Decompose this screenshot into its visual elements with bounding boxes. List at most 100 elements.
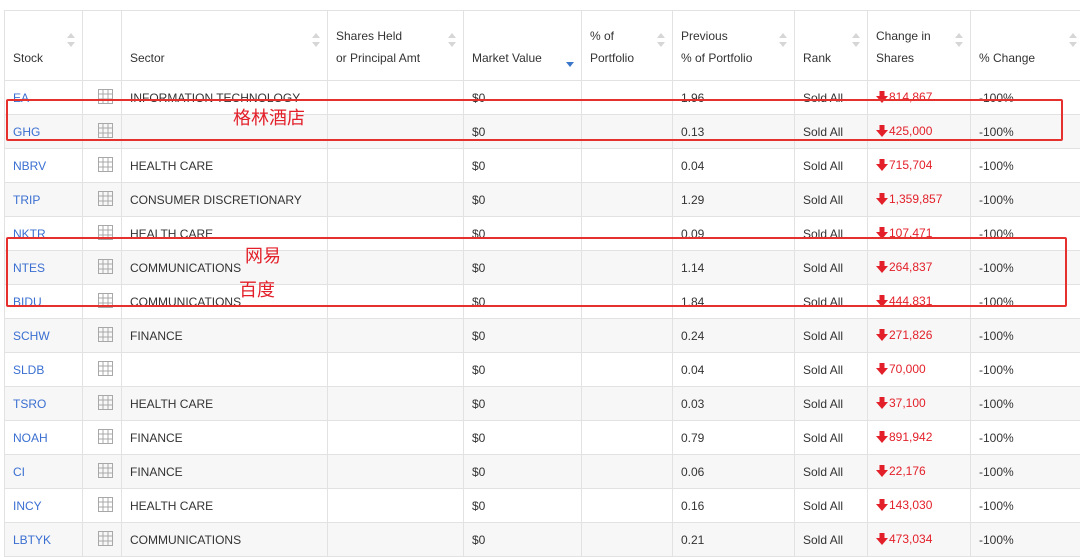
prev-pct-cell: 1.84: [673, 285, 795, 319]
change-value: 891,942: [889, 430, 932, 444]
grid-icon[interactable]: [98, 395, 113, 413]
pct-change-cell: -100%: [971, 149, 1080, 183]
grid-icon[interactable]: [98, 531, 113, 549]
column-header-pct-change[interactable]: % Change: [971, 11, 1080, 81]
stock-link[interactable]: SLDB: [13, 363, 44, 377]
down-arrow-icon: [876, 91, 888, 106]
pct-portfolio-cell: [582, 115, 673, 149]
prev-pct-cell: 1.96: [673, 81, 795, 115]
stock-link[interactable]: NOAH: [13, 431, 48, 445]
grid-icon[interactable]: [98, 191, 113, 209]
rank-cell: Sold All: [795, 183, 868, 217]
column-header-sector[interactable]: Sector: [122, 11, 328, 81]
shares-cell: [328, 319, 464, 353]
grid-icon[interactable]: [98, 429, 113, 447]
sector-cell: FINANCE: [122, 319, 328, 353]
stock-link[interactable]: NBRV: [13, 159, 46, 173]
table-row: LBTYK COMMUNICATIONS $0 0.21 Sold All: [5, 523, 1080, 557]
shares-cell: [328, 81, 464, 115]
column-header-rank[interactable]: Rank: [795, 11, 868, 81]
pct-change-cell: -100%: [971, 285, 1080, 319]
column-header-stock[interactable]: Stock: [5, 11, 83, 81]
sort-icon: [779, 33, 787, 47]
change-cell: 814,867: [868, 81, 971, 115]
change-cell: 473,034: [868, 523, 971, 557]
stock-link[interactable]: BIDU: [13, 295, 42, 309]
stock-link[interactable]: NKTR: [13, 227, 46, 241]
grid-icon[interactable]: [98, 123, 113, 141]
stock-link[interactable]: EA: [13, 91, 29, 105]
grid-icon[interactable]: [98, 259, 113, 277]
column-header-prev-pct[interactable]: Previous % of Portfolio: [673, 11, 795, 81]
grid-icon[interactable]: [98, 327, 113, 345]
down-arrow-icon: [876, 125, 888, 140]
stock-cell: NOAH: [5, 421, 83, 455]
header-label-line1: Shares Held: [336, 25, 455, 47]
prev-pct-cell: 0.79: [673, 421, 795, 455]
grid-icon[interactable]: [98, 463, 113, 481]
market-value-cell: $0: [464, 319, 582, 353]
grid-icon[interactable]: [98, 497, 113, 515]
pct-change-cell: -100%: [971, 251, 1080, 285]
sector-cell: HEALTH CARE: [122, 489, 328, 523]
pct-change-cell: -100%: [971, 217, 1080, 251]
column-header-market-value[interactable]: Market Value: [464, 11, 582, 81]
sort-icon: [852, 33, 860, 47]
table-row: TSRO HEALTH CARE $0 0.03 Sold All: [5, 387, 1080, 421]
sector-cell: [122, 353, 328, 387]
stock-link[interactable]: TSRO: [13, 397, 46, 411]
detail-cell: [83, 319, 122, 353]
stock-link[interactable]: GHG: [13, 125, 40, 139]
header-label: Market Value: [472, 47, 573, 69]
stock-cell: INCY: [5, 489, 83, 523]
stock-link[interactable]: CI: [13, 465, 25, 479]
rank-cell: Sold All: [795, 251, 868, 285]
column-header-detail: [83, 11, 122, 81]
market-value-cell: $0: [464, 251, 582, 285]
rank-cell: Sold All: [795, 353, 868, 387]
stock-link[interactable]: INCY: [13, 499, 42, 513]
change-value: 107,471: [889, 226, 932, 240]
bidu-annotation: 百度: [239, 281, 275, 301]
table-row: SLDB $0 0.04 Sold All 70,000: [5, 353, 1080, 387]
grid-icon[interactable]: [98, 225, 113, 243]
down-arrow-icon: [876, 397, 888, 412]
pct-portfolio-cell: [582, 251, 673, 285]
shares-cell: [328, 183, 464, 217]
market-value-cell: $0: [464, 183, 582, 217]
stock-cell: GHG: [5, 115, 83, 149]
pct-change-cell: -100%: [971, 81, 1080, 115]
grid-icon[interactable]: [98, 89, 113, 107]
stock-cell: SLDB: [5, 353, 83, 387]
grid-icon[interactable]: [98, 293, 113, 311]
detail-cell: [83, 489, 122, 523]
prev-pct-cell: 0.04: [673, 353, 795, 387]
down-arrow-icon: [876, 261, 888, 276]
change-cell: 70,000: [868, 353, 971, 387]
column-header-shares[interactable]: Shares Held or Principal Amt: [328, 11, 464, 81]
down-arrow-icon: [876, 465, 888, 480]
detail-cell: [83, 387, 122, 421]
shares-cell: [328, 115, 464, 149]
stock-link[interactable]: NTES: [13, 261, 45, 275]
down-arrow-icon: [876, 363, 888, 378]
grid-icon[interactable]: [98, 361, 113, 379]
column-header-pct-portfolio[interactable]: % of Portfolio: [582, 11, 673, 81]
stock-link[interactable]: SCHW: [13, 329, 50, 343]
stock-link[interactable]: TRIP: [13, 193, 40, 207]
stock-link[interactable]: LBTYK: [13, 533, 51, 547]
change-value: 37,100: [889, 396, 926, 410]
change-value: 143,030: [889, 498, 932, 512]
sector-cell: FINANCE: [122, 421, 328, 455]
rank-cell: Sold All: [795, 489, 868, 523]
stock-cell: NTES: [5, 251, 83, 285]
change-value: 444,831: [889, 294, 932, 308]
column-header-change[interactable]: Change in Shares: [868, 11, 971, 81]
grid-icon[interactable]: [98, 157, 113, 175]
change-cell: 715,704: [868, 149, 971, 183]
detail-cell: [83, 149, 122, 183]
shares-cell: [328, 285, 464, 319]
pct-change-cell: -100%: [971, 115, 1080, 149]
prev-pct-cell: 0.03: [673, 387, 795, 421]
shares-cell: [328, 217, 464, 251]
